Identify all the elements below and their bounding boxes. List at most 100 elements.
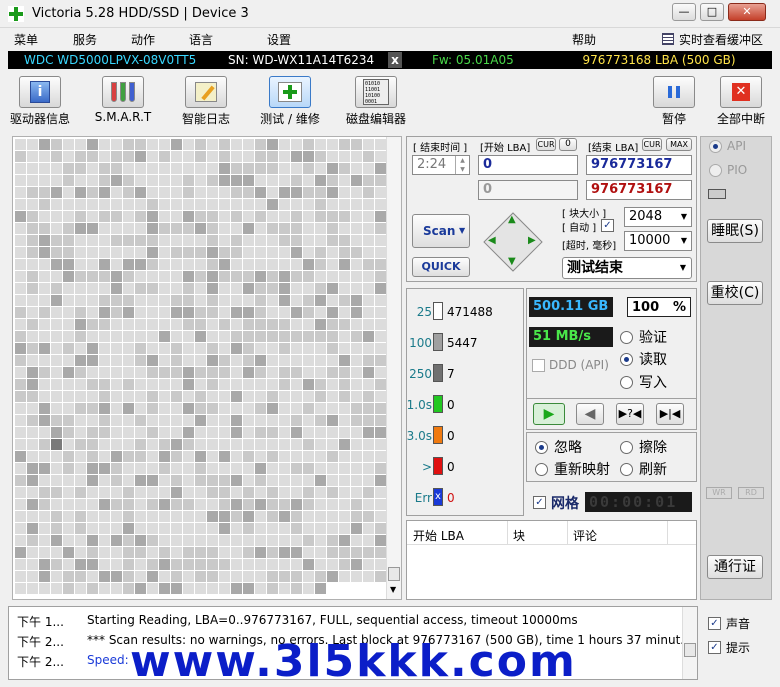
surface-block — [363, 139, 374, 150]
quick-button[interactable]: QUICK — [412, 257, 470, 277]
surface-block — [183, 547, 194, 558]
surface-block — [159, 319, 170, 330]
surface-block — [267, 451, 278, 462]
end-max-button[interactable]: MAX — [666, 138, 692, 151]
close-button[interactable]: ✕ — [728, 3, 766, 21]
recalibrate-button[interactable]: 重校(C) — [707, 281, 763, 305]
arrow-left-icon[interactable]: ◀ — [488, 235, 496, 246]
menu-service[interactable]: 服务 — [73, 31, 97, 48]
menu-language[interactable]: 语言 — [189, 31, 213, 48]
menu-main[interactable]: 菜单 — [14, 31, 38, 48]
arrow-down-icon[interactable]: ▼ — [508, 256, 516, 267]
surface-block-map — [12, 136, 402, 600]
end-lba-field[interactable]: 976773167 — [586, 155, 692, 175]
reverse-button[interactable]: ◀ — [576, 403, 604, 425]
col-comment[interactable]: 评论 — [573, 527, 597, 544]
smart-label: S.M.A.R.T — [94, 110, 152, 124]
scroll-thumb[interactable] — [388, 567, 400, 581]
surface-block — [147, 511, 158, 522]
surface-block — [243, 163, 254, 174]
menu-help[interactable]: 帮助 — [572, 31, 596, 48]
col-start-lba[interactable]: 开始 LBA — [413, 527, 464, 544]
skip-end-button[interactable]: ▶|◀ — [656, 403, 684, 425]
minimize-button[interactable]: — — [672, 3, 696, 21]
surface-block — [315, 235, 326, 246]
device-x-button[interactable]: x — [388, 52, 402, 68]
refresh-radio[interactable] — [620, 463, 633, 476]
surface-block — [315, 271, 326, 282]
start-lba-field[interactable]: 0 — [478, 155, 578, 175]
test-repair-tool[interactable]: 测试 / 维修 — [252, 74, 328, 126]
block-size-select[interactable]: 2048 ▼ — [624, 207, 692, 227]
hints-checkbox[interactable]: ✓ — [708, 641, 721, 654]
surface-block — [75, 319, 86, 330]
end-lba-field-2[interactable]: 976773167 — [586, 180, 692, 200]
device-model[interactable]: WDC WD5000LPVX-08V0TT5 — [10, 52, 206, 68]
abort-all-tool[interactable]: ✕ 全部中断 — [703, 74, 779, 126]
api-radio[interactable] — [709, 140, 722, 153]
scan-button[interactable]: Scan ▼ — [412, 214, 470, 248]
remap-radio[interactable] — [535, 463, 548, 476]
surface-block — [27, 343, 38, 354]
maximize-button[interactable]: □ — [700, 3, 724, 21]
log-scrollbar[interactable] — [682, 607, 697, 679]
pio-radio[interactable] — [709, 164, 722, 177]
read-radio[interactable] — [620, 353, 633, 366]
play-button[interactable]: ▶ — [533, 403, 565, 425]
legend-label: 1.0s — [406, 398, 432, 412]
surface-block — [147, 199, 158, 210]
surface-block — [75, 271, 86, 282]
end-time-label: [ 结束时间 ] — [413, 143, 468, 154]
skip-unknown-button[interactable]: ▶?◀ — [616, 403, 644, 425]
sleep-button[interactable]: 睡眠(S) — [707, 219, 763, 243]
write-radio[interactable] — [620, 376, 633, 389]
menu-settings[interactable]: 设置 — [267, 31, 291, 48]
surface-block — [159, 199, 170, 210]
sound-checkbox[interactable]: ✓ — [708, 617, 721, 630]
timeout-select[interactable]: 10000 ▼ — [624, 231, 692, 251]
time-spinner[interactable]: ▲ ▼ — [455, 156, 469, 174]
surface-block — [255, 511, 266, 522]
direction-pad[interactable]: ▲ ▼ ◀ ▶ — [480, 211, 546, 273]
passport-button[interactable]: 通行证 — [707, 555, 763, 579]
surface-block — [303, 187, 314, 198]
start-zero-button[interactable]: 0 — [559, 138, 577, 151]
surface-block — [75, 559, 86, 570]
arrow-up-icon[interactable]: ▲ — [508, 214, 516, 225]
surface-block — [27, 403, 38, 414]
surface-block — [207, 535, 218, 546]
surface-block — [195, 295, 206, 306]
smart-log-tool[interactable]: 智能日志 — [168, 74, 244, 126]
surface-block — [351, 175, 362, 186]
scroll-down-icon[interactable]: ▼ — [390, 585, 396, 594]
disk-editor-tool[interactable]: 01010 11001 10100 0001 磁盘编辑器 — [338, 74, 414, 126]
test-status-select[interactable]: 测试结束 ▼ — [562, 257, 692, 279]
end-cur-button[interactable]: CUR — [642, 138, 662, 151]
surface-block — [195, 259, 206, 270]
ddd-checkbox[interactable] — [532, 359, 545, 372]
surface-block — [51, 187, 62, 198]
menu-buffer-view[interactable]: 实时查看缓冲区 — [679, 31, 763, 48]
start-cur-button[interactable]: CUR — [536, 138, 556, 151]
test-tubes-icon — [102, 76, 144, 108]
smart-tool[interactable]: S.M.A.R.T — [85, 74, 161, 126]
surface-block — [339, 295, 350, 306]
map-scrollbar[interactable]: ▼ — [386, 137, 401, 599]
surface-block — [267, 523, 278, 534]
surface-block — [39, 163, 50, 174]
surface-block — [183, 163, 194, 174]
auto-checkbox[interactable]: ✓ — [601, 219, 614, 232]
surface-block — [375, 139, 386, 150]
surface-block — [363, 259, 374, 270]
arrow-right-icon[interactable]: ▶ — [528, 235, 536, 246]
col-block[interactable]: 块 — [513, 527, 525, 544]
ignore-radio[interactable] — [535, 441, 548, 454]
surface-block — [15, 391, 26, 402]
menu-action[interactable]: 动作 — [131, 31, 155, 48]
verify-radio[interactable] — [620, 331, 633, 344]
drive-info-tool[interactable]: i 驱动器信息 — [2, 74, 78, 126]
grid-checkbox[interactable]: ✓ — [533, 496, 546, 509]
log-scroll-thumb[interactable] — [684, 643, 696, 657]
erase-radio[interactable] — [620, 441, 633, 454]
surface-block — [267, 319, 278, 330]
